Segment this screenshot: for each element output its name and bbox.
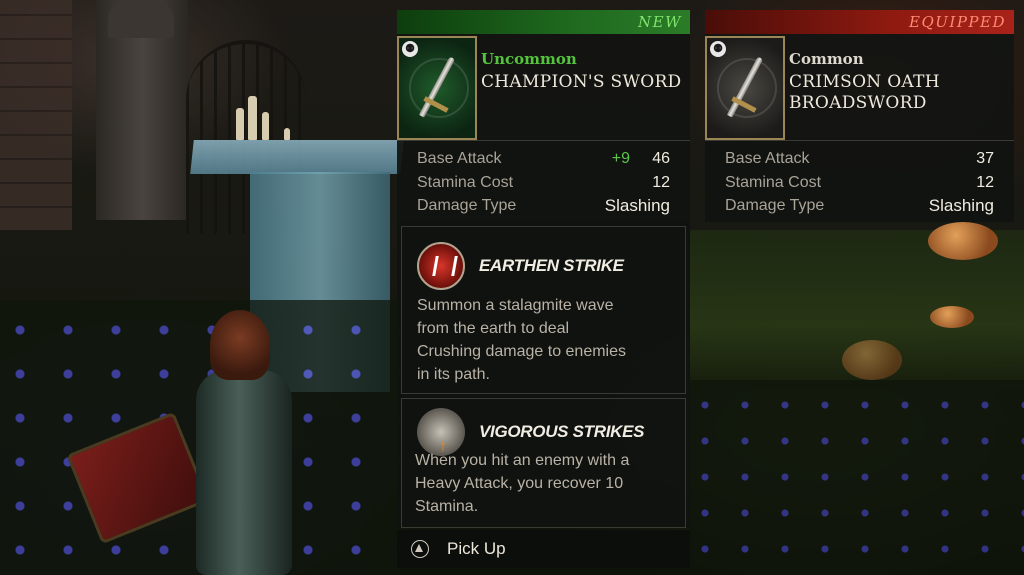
divider [705, 140, 1014, 141]
ability-title: VIGOROUS STRIKES [479, 422, 645, 441]
stat-bonus: +9 [611, 150, 630, 167]
stat-value: Slashing [928, 196, 994, 215]
ability-description: Summon a stalagmite wave from the earth … [417, 294, 670, 386]
stat-label: Base Attack [725, 150, 810, 167]
stat-row-damage-type: Damage Type Slashing [725, 195, 994, 217]
item-name-line: BROADSWORD [789, 93, 927, 113]
equipped-item-thumbnail: ⚉ [705, 36, 785, 140]
earthen-strike-icon [417, 242, 465, 290]
ability-description-line: Stamina. [415, 498, 479, 515]
new-item-stats: Base Attack +9 46 Stamina Cost 12 Damage… [397, 140, 690, 222]
ability-description: When you hit an enemy with a Heavy Attac… [415, 449, 670, 518]
candle [284, 128, 290, 140]
ability-description-line: Crushing damage to enemies [417, 343, 627, 360]
stat-row-base-attack: Base Attack +9 46 [417, 148, 670, 170]
stat-value: Slashing [604, 196, 670, 215]
stat-label: Damage Type [417, 197, 517, 214]
divider [397, 140, 690, 141]
player-armor [196, 370, 292, 575]
triangle-button-icon [411, 540, 429, 558]
stat-label: Stamina Cost [417, 174, 514, 191]
ability-description-line: Summon a stalagmite wave [417, 297, 614, 314]
brick-wall [0, 0, 72, 230]
item-type-badge-icon: ⚉ [402, 41, 418, 57]
new-item-header: ⚉ Uncommon CHAMPION'S SWORD [397, 34, 690, 140]
pick-up-label: Pick Up [447, 539, 506, 558]
equipped-item-header: ⚉ Common CRIMSON OATH BROADSWORD [705, 34, 1014, 140]
pillar-cap [108, 0, 174, 38]
equipped-item-stats: Base Attack 37 Stamina Cost 12 Damage Ty… [705, 140, 1014, 222]
equipped-item-rarity: Common [789, 50, 864, 68]
mushroom [928, 222, 998, 260]
stat-label: Stamina Cost [725, 174, 822, 191]
stat-row-stamina-cost: Stamina Cost 12 [725, 172, 994, 194]
stat-label: Base Attack [417, 150, 502, 167]
stat-value: 12 [976, 174, 994, 191]
stat-row-damage-type: Damage Type Slashing [417, 195, 670, 217]
candle [236, 108, 244, 140]
equipped-tag: EQUIPPED [705, 10, 1014, 34]
flower-bed-right [690, 380, 1024, 575]
ability-description-line: Heavy Attack, you recover 10 [415, 475, 624, 492]
mushroom [930, 306, 974, 328]
mushroom [842, 340, 902, 380]
new-item-thumbnail: ⚉ [397, 36, 477, 140]
new-tag: NEW [397, 10, 690, 34]
stat-value: 46 [652, 150, 670, 167]
stat-row-stamina-cost: Stamina Cost 12 [417, 172, 670, 194]
ability-title: EARTHEN STRIKE [479, 256, 624, 275]
player-hood [210, 310, 270, 380]
stat-label: Damage Type [725, 197, 825, 214]
stat-value: 12 [652, 174, 670, 191]
ability-description-line: When you hit an enemy with a [415, 452, 630, 469]
stat-row-base-attack: Base Attack 37 [725, 148, 994, 170]
stone-altar [190, 140, 404, 174]
item-name-line: CRIMSON OATH [789, 72, 940, 92]
ability-earthen-strike: EARTHEN STRIKE Summon a stalagmite wave … [397, 222, 690, 394]
candle [262, 112, 269, 140]
new-item-name: CHAMPION'S SWORD [481, 72, 682, 92]
equipped-item-panel: EQUIPPED ⚉ Common CRIMSON OATH BROADSWOR… [705, 10, 1014, 222]
stat-value: 37 [976, 150, 994, 167]
ability-vigorous-strikes: ↑ VIGOROUS STRIKES When you hit an enemy… [397, 394, 690, 528]
equipped-item-name: CRIMSON OATH BROADSWORD [789, 72, 1008, 114]
ability-description-line: in its path. [417, 366, 490, 383]
pick-up-action[interactable]: Pick Up [397, 530, 690, 568]
new-item-rarity: Uncommon [481, 50, 577, 68]
player-character [190, 310, 300, 575]
item-type-badge-icon: ⚉ [710, 41, 726, 57]
new-item-panel: NEW ⚉ Uncommon CHAMPION'S SWORD Base Att… [397, 10, 690, 568]
ability-description-line: from the earth to deal [417, 320, 570, 337]
candle [248, 96, 257, 140]
